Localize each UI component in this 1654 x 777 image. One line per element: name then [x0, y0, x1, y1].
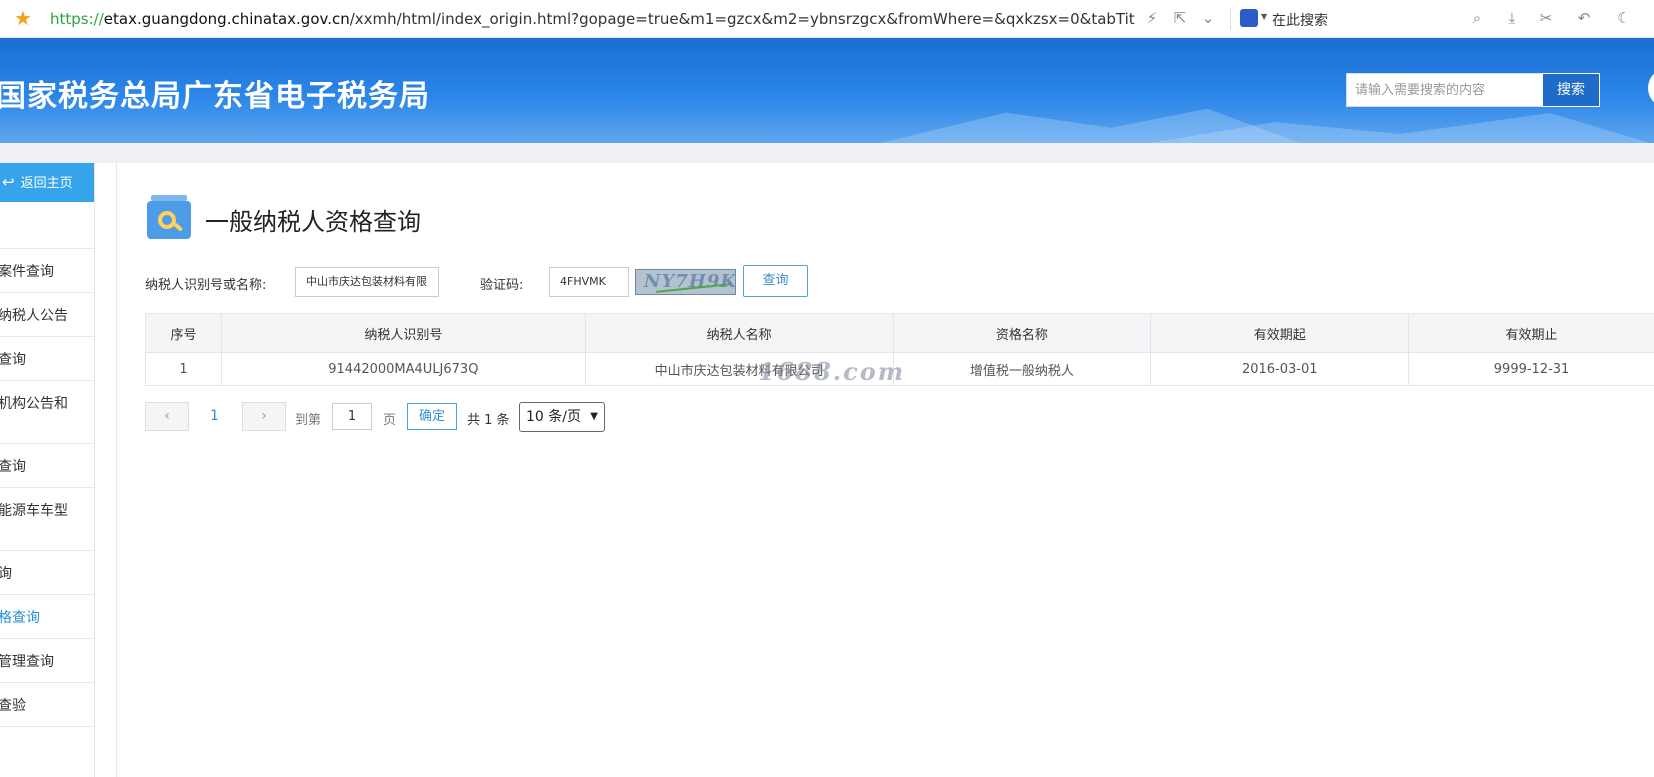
prev-page-button[interactable]: ‹	[145, 402, 189, 431]
moon-icon[interactable]: ☾	[1615, 9, 1633, 27]
url-host: etax.guangdong.chinatax.gov.cn	[103, 10, 350, 28]
header-spacer	[0, 143, 1654, 163]
site-header: 国家税务总局广东省电子税务局 搜索	[0, 38, 1654, 143]
site-search-input[interactable]	[1347, 74, 1542, 106]
site-title: 国家税务总局广东省电子税务局	[0, 79, 430, 114]
sidebar-item[interactable]: 查询	[0, 337, 94, 381]
column-header: 纳税人名称	[584, 313, 894, 353]
goto-label: 到第	[295, 413, 322, 428]
table-cell: 91442000MA4ULJ673Q	[220, 352, 586, 386]
table-header-row: 序号 纳税人识别号 纳税人名称 资格名称 有效期起 有效期止	[145, 313, 1654, 353]
total-count: 共 1 条	[467, 413, 510, 428]
page-unit-label: 页	[383, 413, 397, 428]
sidebar-item[interactable]: 案件查询	[0, 249, 94, 293]
column-header: 序号	[145, 313, 222, 353]
toolbar-divider	[1230, 8, 1231, 30]
captcha-input[interactable]: 4FHVMK	[549, 267, 629, 297]
back-home-button[interactable]: ↩ 返回主页	[0, 163, 94, 202]
lightning-icon[interactable]: ⚡	[1143, 9, 1161, 27]
taxpayer-label: 纳税人识别号或名称:	[145, 278, 267, 293]
sidebar-item-active[interactable]: 格查询	[0, 595, 94, 639]
captcha-label: 验证码:	[480, 278, 524, 293]
address-bar[interactable]: https://etax.guangdong.chinatax.gov.cn/x…	[50, 10, 1135, 28]
chevron-right-icon: ›	[261, 408, 267, 424]
sidebar: ↩ 返回主页 案件查询 纳税人公告 查询 机构公告和 查询 能源车车型 询 格查询…	[0, 163, 95, 777]
search-icon[interactable]: ⌕	[1468, 9, 1486, 27]
site-search-box	[1346, 73, 1543, 107]
site-search-button[interactable]: 搜索	[1542, 73, 1600, 107]
column-header: 有效期止	[1408, 313, 1654, 353]
taxpayer-input[interactable]: 中山市庆达包装材料有限	[295, 267, 439, 297]
reply-arrow-icon: ↩	[2, 173, 15, 191]
table-cell: 1	[145, 352, 222, 386]
main-panel: 一般纳税人资格查询 纳税人识别号或名称: 中山市庆达包装材料有限 验证码: 4F…	[116, 163, 1654, 777]
url-path: /xxmh/html/index_origin.html?gopage=true…	[349, 10, 1135, 28]
share-icon[interactable]: ⇱	[1171, 9, 1189, 27]
download-icon[interactable]: ⤓	[1503, 9, 1521, 27]
sidebar-item[interactable]: 查验	[0, 683, 94, 727]
sidebar-item[interactable]: 询	[0, 551, 94, 595]
sidebar-item[interactable]: 查询	[0, 444, 94, 488]
current-page-number[interactable]: 1	[210, 408, 219, 424]
sidebar-item[interactable]: 机构公告和	[0, 381, 94, 444]
search-document-icon	[147, 195, 191, 239]
sidebar-item[interactable]: 管理查询	[0, 639, 94, 683]
url-scheme: https://	[50, 10, 104, 28]
sidebar-item-blank[interactable]	[0, 202, 94, 249]
undo-icon[interactable]: ↶	[1575, 9, 1593, 27]
query-button[interactable]: 查询	[743, 265, 808, 297]
captcha-image[interactable]: NY7H9K	[635, 269, 736, 295]
column-header: 资格名称	[892, 313, 1152, 353]
column-header: 有效期起	[1150, 313, 1410, 353]
column-header: 纳税人识别号	[220, 313, 586, 353]
table-cell: 9999-12-31	[1408, 352, 1654, 386]
scissors-icon[interactable]: ✂	[1537, 9, 1555, 27]
table-cell: 增值税一般纳税人	[892, 352, 1152, 386]
browser-search-input[interactable]: 在此搜索	[1272, 10, 1328, 30]
page-title: 一般纳税人资格查询	[205, 208, 421, 236]
watermark: 1688.com	[758, 357, 906, 386]
user-avatar[interactable]	[1648, 68, 1654, 108]
chevron-left-icon: ‹	[164, 408, 170, 424]
search-engine-caret-icon[interactable]: ▼	[1261, 12, 1267, 21]
next-page-button[interactable]: ›	[242, 402, 286, 431]
sidebar-item[interactable]: 纳税人公告	[0, 293, 94, 337]
page-size-select[interactable]: 10 条/页 ▼	[519, 402, 605, 432]
bookmark-star-icon[interactable]: ★	[14, 8, 34, 28]
goto-confirm-button[interactable]: 确定	[407, 403, 457, 430]
goto-page-input[interactable]: 1	[332, 403, 372, 430]
table-cell: 2016-03-01	[1150, 352, 1410, 386]
browser-toolbar: ★ https://etax.guangdong.chinatax.gov.cn…	[0, 0, 1654, 38]
page-size-value: 10 条/页	[526, 409, 581, 425]
chevron-down-icon[interactable]: ⌄	[1199, 9, 1217, 27]
chevron-down-icon: ▼	[590, 411, 598, 422]
sidebar-item[interactable]: 能源车车型	[0, 488, 94, 551]
search-engine-logo-icon[interactable]	[1240, 9, 1258, 27]
back-home-label: 返回主页	[20, 176, 73, 191]
